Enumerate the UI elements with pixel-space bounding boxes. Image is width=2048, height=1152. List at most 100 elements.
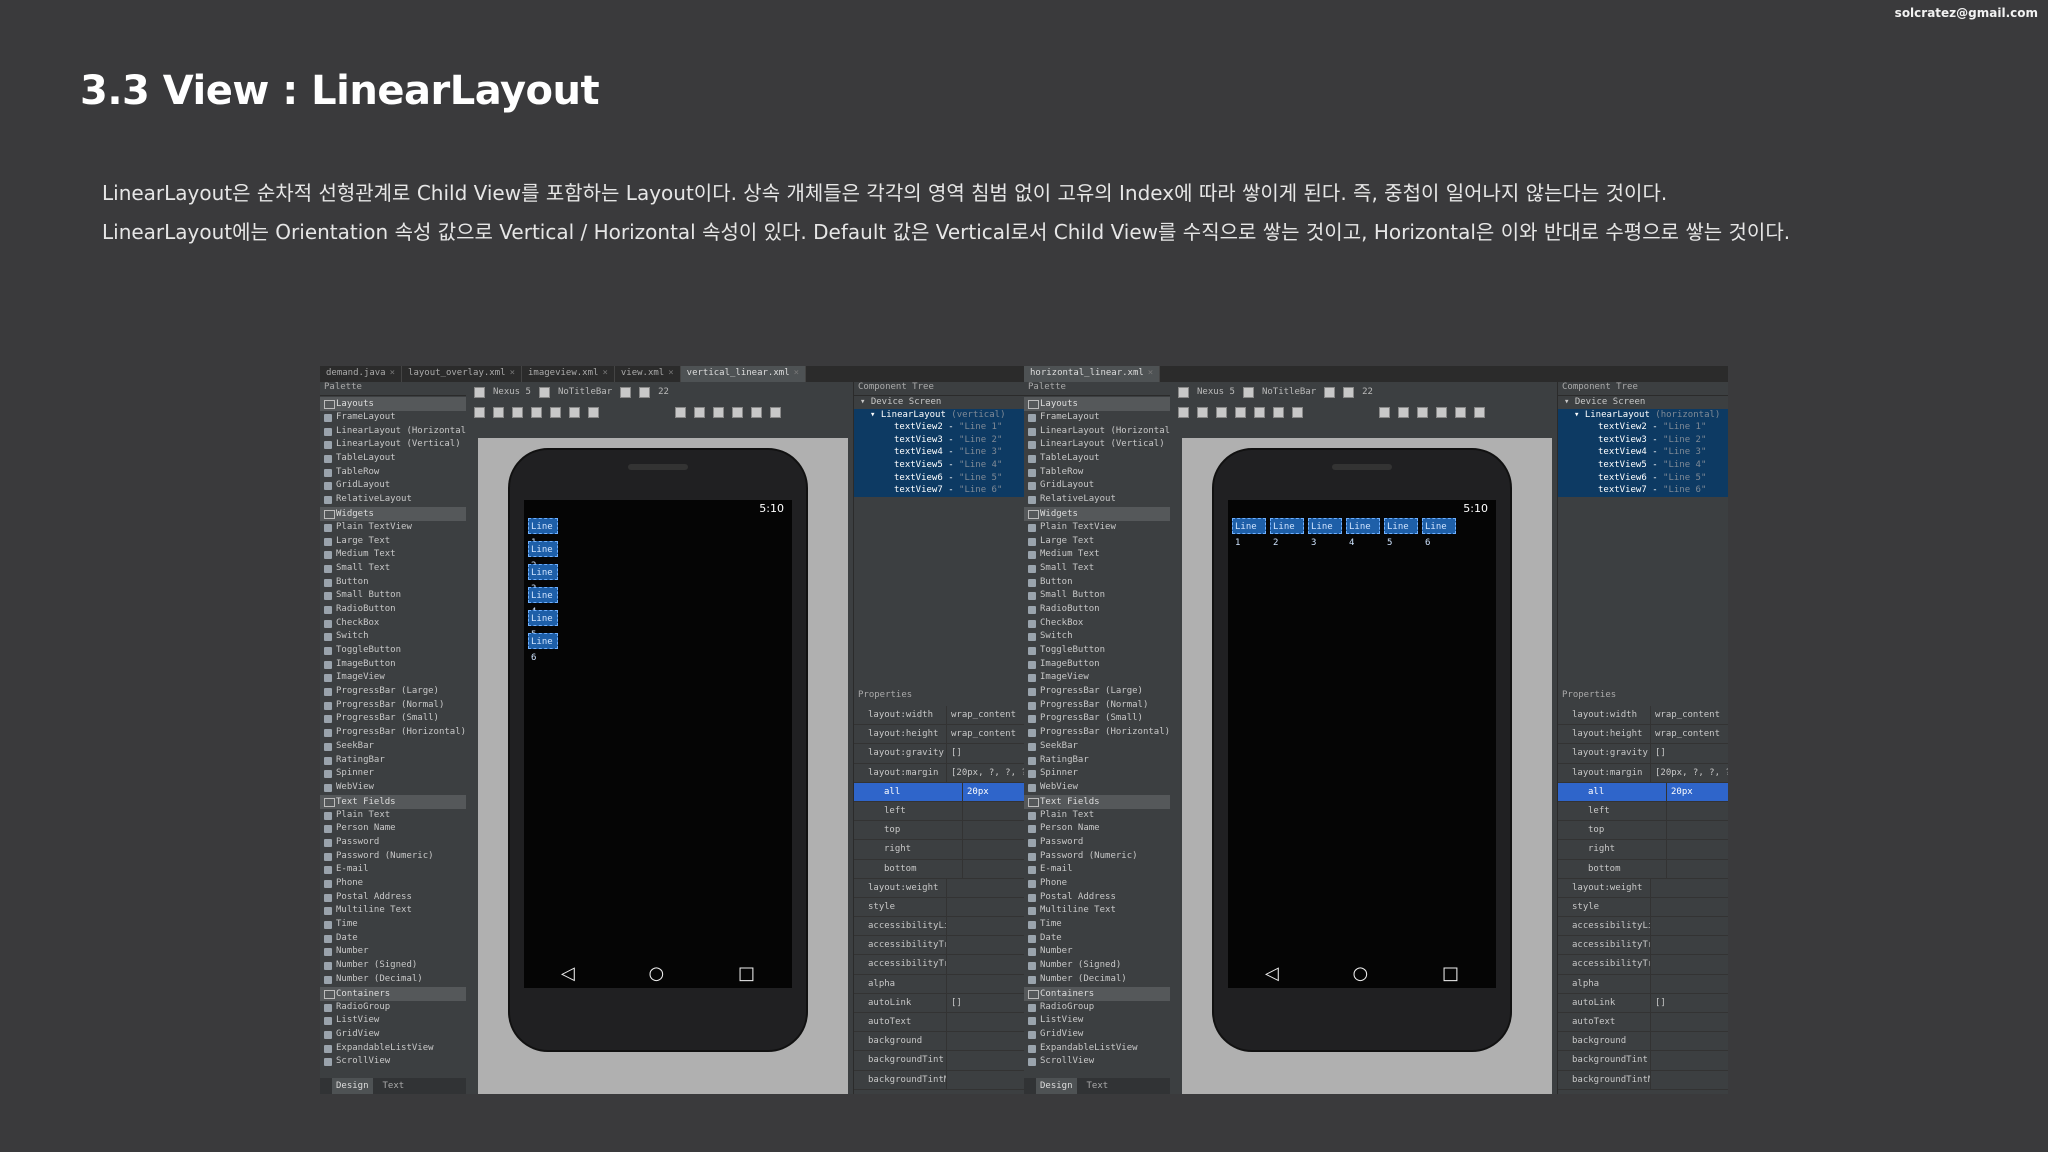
tree-layout[interactable]: ▾ LinearLayout (horizontal) xyxy=(1558,408,1728,422)
tree-child[interactable]: textView5 - "Line 4" xyxy=(854,458,1024,472)
property-row[interactable]: layout:weight xyxy=(854,878,1024,898)
property-row[interactable]: accessibilityTraver xyxy=(1558,955,1728,975)
property-row[interactable]: layout:height wrap_content xyxy=(854,725,1024,745)
refresh-icon[interactable] xyxy=(770,406,781,418)
tree-child[interactable]: textView5 - "Line 4" xyxy=(1558,458,1728,472)
property-row[interactable]: backgroundTintMode xyxy=(1558,1070,1728,1090)
palette-item[interactable]: Button xyxy=(1024,576,1170,590)
palette-item[interactable]: RadioGroup xyxy=(1024,1001,1170,1015)
tab-design[interactable]: Design xyxy=(1036,1078,1077,1094)
refresh-icon[interactable] xyxy=(1474,406,1485,418)
property-row[interactable]: layout:margin [20px, ?, ?, ? xyxy=(1558,763,1728,783)
tree-child[interactable]: textView7 - "Line 6" xyxy=(854,484,1024,497)
editor-tab[interactable]: vertical_linear.xml × xyxy=(680,366,807,382)
palette-item[interactable]: GridView xyxy=(1024,1028,1170,1042)
recents-icon[interactable]: □ xyxy=(738,963,755,984)
zoom-actual-icon[interactable] xyxy=(1398,406,1409,418)
palette-item[interactable]: Plain Text xyxy=(1024,809,1170,823)
property-row[interactable]: style xyxy=(1558,897,1728,918)
palette-item[interactable]: RatingBar xyxy=(320,754,466,768)
palette-item[interactable]: Time xyxy=(320,918,466,932)
property-row[interactable]: autoText xyxy=(1558,1013,1728,1033)
property-value[interactable] xyxy=(1667,860,1728,878)
property-row[interactable]: layout:margin [20px, ?, ?, ? xyxy=(854,763,1024,783)
property-value[interactable] xyxy=(1651,917,1728,935)
palette-item[interactable]: Person Name xyxy=(1024,822,1170,836)
close-icon[interactable]: × xyxy=(602,368,607,378)
palette-item[interactable]: SeekBar xyxy=(320,740,466,754)
palette-item[interactable]: RelativeLayout xyxy=(1024,493,1170,507)
property-row[interactable]: alpha xyxy=(854,974,1024,994)
grid-icon[interactable] xyxy=(1197,406,1208,418)
palette-item[interactable]: Password xyxy=(1024,836,1170,850)
palette-item[interactable]: ImageButton xyxy=(1024,658,1170,672)
palette-item[interactable]: LinearLayout (Vertical) xyxy=(1024,438,1170,452)
close-icon[interactable]: × xyxy=(390,368,395,378)
property-value[interactable]: [20px, ?, ?, ? xyxy=(947,764,1024,782)
property-value[interactable] xyxy=(947,1071,1024,1089)
palette-item[interactable]: GridLayout xyxy=(1024,479,1170,493)
property-row[interactable]: left xyxy=(1558,801,1728,822)
palette-item[interactable]: Password (Numeric) xyxy=(1024,850,1170,864)
tree-child[interactable]: textView7 - "Line 6" xyxy=(1558,484,1728,497)
margin-icon[interactable] xyxy=(569,406,580,418)
tab-design[interactable]: Design xyxy=(332,1078,373,1094)
palette-category[interactable]: Layouts xyxy=(320,397,466,411)
palette-item[interactable]: ScrollView xyxy=(320,1055,466,1069)
back-icon[interactable]: ◁ xyxy=(1265,963,1279,984)
palette-item[interactable]: ListView xyxy=(1024,1014,1170,1028)
palette-category[interactable]: Text Fields xyxy=(1024,794,1170,809)
textview-line[interactable]: Line 5 xyxy=(1384,518,1418,548)
property-value[interactable]: [] xyxy=(1651,994,1728,1012)
property-row[interactable]: layout:width wrap_content xyxy=(854,706,1024,726)
property-row[interactable]: layout:gravity[] xyxy=(1558,744,1728,764)
margin-icon[interactable] xyxy=(1273,406,1284,418)
palette-item[interactable]: ProgressBar (Large) xyxy=(1024,685,1170,699)
property-value[interactable] xyxy=(947,975,1024,993)
property-row[interactable]: autoText xyxy=(854,1013,1024,1033)
tree-child[interactable]: textView3 - "Line 2" xyxy=(1558,433,1728,447)
baseline-icon[interactable] xyxy=(1254,406,1265,418)
palette-item[interactable]: ExpandableListView xyxy=(1024,1042,1170,1056)
property-value[interactable] xyxy=(1667,821,1728,839)
fill-height-icon[interactable] xyxy=(531,406,542,418)
palette-item[interactable]: SeekBar xyxy=(1024,740,1170,754)
textview-line[interactable]: Line 2 xyxy=(528,541,558,571)
property-value[interactable] xyxy=(947,879,1024,897)
editor-tab[interactable]: demand.java × xyxy=(320,366,403,382)
api-dropdown[interactable]: 22 xyxy=(658,387,669,397)
gravity-icon[interactable] xyxy=(1292,406,1303,418)
palette-item[interactable]: Postal Address xyxy=(320,891,466,905)
palette-item[interactable]: ProgressBar (Small) xyxy=(1024,712,1170,726)
close-icon[interactable]: × xyxy=(794,368,799,378)
palette-item[interactable]: E-mail xyxy=(320,863,466,877)
palette-item[interactable]: Multiline Text xyxy=(1024,904,1170,918)
zoom-actual-icon[interactable] xyxy=(694,406,705,418)
device-dropdown[interactable]: Nexus 5 xyxy=(1197,387,1235,397)
palette-item[interactable]: Person Name xyxy=(320,822,466,836)
layout-icon[interactable] xyxy=(1178,386,1189,398)
palette-category[interactable]: Containers xyxy=(320,986,466,1001)
palette-item[interactable]: Plain Text xyxy=(320,809,466,823)
palette-category[interactable]: Text Fields xyxy=(320,794,466,809)
property-row[interactable]: alpha xyxy=(1558,974,1728,994)
palette-category[interactable]: Containers xyxy=(1024,986,1170,1001)
property-row[interactable]: autoLink[] xyxy=(1558,993,1728,1013)
zoom-out-icon[interactable] xyxy=(732,406,743,418)
property-value[interactable] xyxy=(963,821,1024,839)
close-icon[interactable]: × xyxy=(510,368,515,378)
palette-item[interactable]: CheckBox xyxy=(320,617,466,631)
palette-item[interactable]: Date xyxy=(320,932,466,946)
home-icon[interactable]: ○ xyxy=(1353,963,1369,984)
property-value[interactable]: [] xyxy=(947,994,1024,1012)
palette-item[interactable]: FrameLayout xyxy=(1024,411,1170,425)
property-row[interactable]: right xyxy=(854,840,1024,860)
screenshot-icon[interactable] xyxy=(751,406,762,418)
property-row[interactable]: accessibilityTraver xyxy=(1558,936,1728,956)
palette-item[interactable]: ProgressBar (Small) xyxy=(320,712,466,726)
palette-item[interactable]: GridLayout xyxy=(320,479,466,493)
editor-tab[interactable]: layout_overlay.xml × xyxy=(402,366,522,382)
baseline-icon[interactable] xyxy=(550,406,561,418)
property-value[interactable]: wrap_content xyxy=(947,706,1024,724)
close-icon[interactable]: × xyxy=(668,368,673,378)
